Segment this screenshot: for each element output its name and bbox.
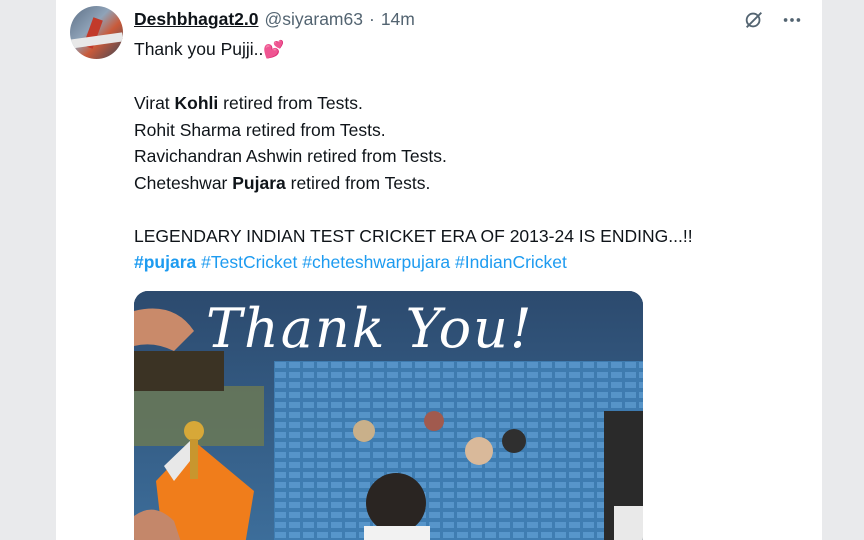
- text-line: Ravichandran Ashwin retired from Tests.: [134, 146, 447, 166]
- avatar[interactable]: [70, 6, 123, 59]
- tweet-actions: [742, 8, 822, 32]
- timestamp[interactable]: 14m: [381, 9, 415, 30]
- tweet-card[interactable]: Deshbhagat2.0 @siyaram63 · 14m Thank you…: [56, 0, 822, 540]
- two-hearts-icon: 💕: [263, 40, 285, 59]
- more-options-icon[interactable]: [780, 8, 804, 32]
- text-line: Cheteshwar Pujara retired from Tests.: [134, 172, 431, 193]
- hashtags-line: #pujara #TestCricket #cheteshwarpujara #…: [134, 249, 814, 276]
- text-line: LEGENDARY INDIAN TEST CRICKET ERA OF 201…: [134, 225, 693, 246]
- text-line: Rohit Sharma retired from Tests.: [134, 119, 386, 140]
- tweet-text: Thank you Pujji..💕 Virat Kohli retired f…: [134, 36, 814, 276]
- tweet-header: Deshbhagat2.0 @siyaram63 · 14m: [134, 8, 415, 30]
- hashtag-link[interactable]: #IndianCricket: [455, 252, 567, 272]
- text-line: Virat Kohli retired from Tests.: [134, 93, 363, 113]
- separator-dot: ·: [368, 8, 375, 29]
- display-name[interactable]: Deshbhagat2.0: [134, 9, 258, 30]
- hashtag-link[interactable]: #cheteshwarpujara: [302, 252, 450, 272]
- text-line: Thank you Pujji..💕: [134, 39, 285, 59]
- hashtag-link[interactable]: #pujara: [134, 252, 196, 272]
- grok-icon[interactable]: [742, 8, 766, 32]
- tweet-media-image[interactable]: Thank You!: [134, 291, 643, 540]
- hashtag-link[interactable]: #TestCricket: [201, 252, 297, 272]
- media-caption: Thank You!: [206, 297, 534, 360]
- user-handle[interactable]: @siyaram63: [264, 9, 363, 30]
